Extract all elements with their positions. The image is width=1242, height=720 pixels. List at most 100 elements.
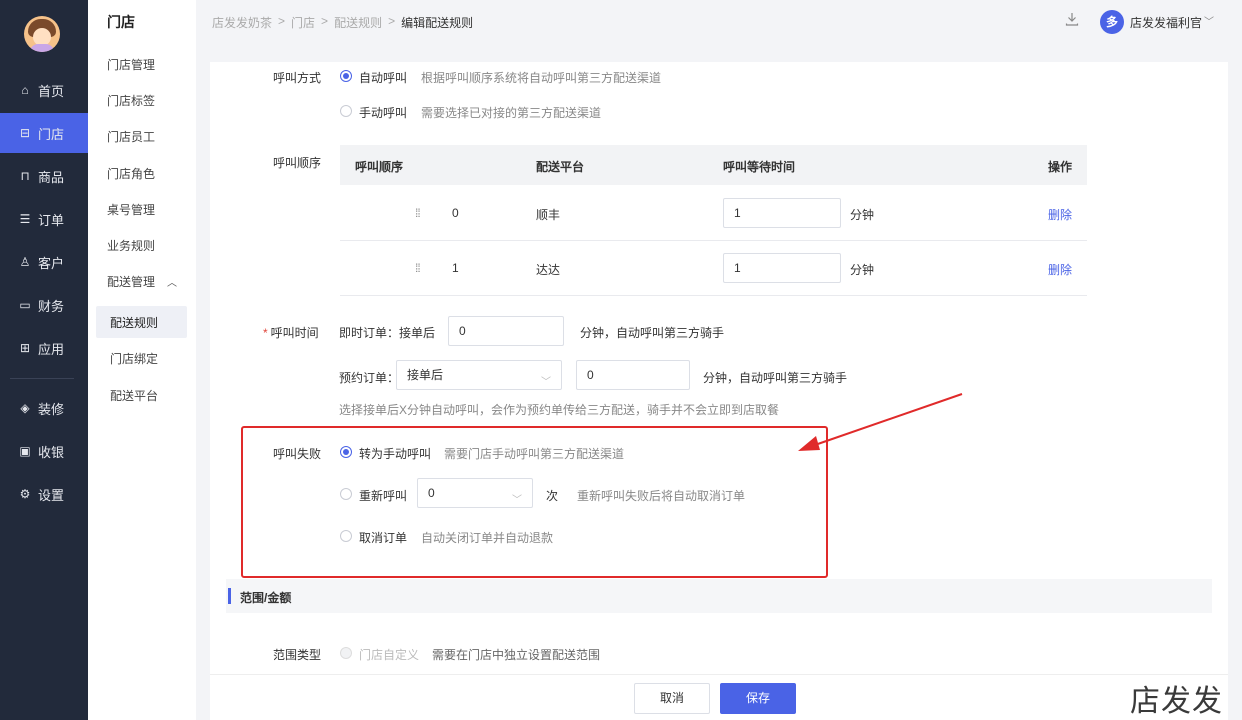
row-order: 1 (452, 261, 459, 275)
row-order: 0 (452, 206, 459, 220)
download-icon[interactable] (1062, 12, 1082, 32)
cashier-icon: ▣ (19, 444, 31, 458)
breadcrumb-separator: > (278, 14, 286, 28)
manual-call-label[interactable]: 手动呼叫 (359, 104, 407, 121)
footer-bar: 取消 保存 (210, 674, 1228, 720)
nav-item-label: 首页 (38, 83, 65, 99)
form-card: 呼叫方式 自动呼叫 根据呼叫顺序系统将自动呼叫第三方配送渠道 手动呼叫 需要选择… (210, 62, 1228, 674)
nav-item-cashier[interactable]: ▣ 收银 (0, 431, 88, 471)
save-button[interactable]: 保存 (720, 683, 796, 714)
home-icon: ⌂ (21, 83, 29, 97)
nav-item-order[interactable]: ☰ 订单 (0, 199, 88, 239)
chevron-up-icon: ︿ (167, 278, 178, 289)
menu-item-store-binding[interactable]: 门店绑定 (110, 350, 158, 367)
menu-item-store-staff[interactable]: 门店员工 (107, 128, 155, 145)
annotation-arrow-icon (798, 393, 963, 451)
row-divider (340, 295, 1087, 296)
section-marker (228, 588, 231, 604)
nav-item-layers[interactable]: ◈ 装修 (0, 388, 88, 428)
order-icon: ☰ (19, 212, 31, 226)
breadcrumb-link[interactable]: 配送规则 (334, 14, 382, 31)
radio-store-custom (340, 647, 352, 659)
nav-item-bag[interactable]: ⊓ 商品 (0, 156, 88, 196)
cancel-button[interactable]: 取消 (634, 683, 710, 714)
nav-item-label: 财务 (38, 298, 65, 314)
reserve-order-suffix: 分钟，自动呼叫第三方骑手 (703, 371, 848, 385)
wait-unit: 分钟 (850, 263, 875, 277)
nav-item-store[interactable]: ⊟ 门店 (0, 113, 88, 153)
instant-minutes-input[interactable]: 0 (448, 316, 564, 346)
radio-auto-call[interactable] (340, 70, 352, 82)
menu-item-store-roles[interactable]: 门店角色 (107, 165, 155, 182)
menu-item-delivery-platform[interactable]: 配送平台 (110, 387, 158, 404)
user-logo-icon[interactable]: 多 (1100, 10, 1124, 34)
section-range-amount: 范围/金额 (226, 579, 1212, 613)
wait-unit: 分钟 (850, 208, 875, 222)
nav-item-label: 应用 (38, 341, 65, 357)
menu-item-delivery-rules[interactable]: 配送规则 (110, 314, 158, 331)
call-time-label: * 呼叫时间 (263, 324, 319, 341)
call-time-hint: 选择接单后X分钟自动呼叫，会作为预约单传给三方配送，骑手并不会立即到店取餐 (339, 403, 780, 417)
auto-call-label[interactable]: 自动呼叫 (359, 69, 407, 86)
section-title: 范围/金额 (240, 591, 292, 605)
row-platform: 达达 (536, 263, 561, 277)
breadcrumb-link[interactable]: 门店 (291, 14, 315, 31)
nav-item-label: 订单 (38, 212, 65, 228)
select-value: 接单后 (407, 368, 444, 382)
secondary-menu: 门店 门店管理 门店标签 门店员工 门店角色 桌号管理 业务规则 配送管理 ︿ 配… (88, 0, 196, 720)
reserve-minutes-input[interactable]: 0 (576, 360, 690, 390)
required-mark: * (263, 326, 268, 340)
nav-item-wallet[interactable]: ▭ 财务 (0, 285, 88, 325)
range-type-label: 范围类型 (273, 648, 322, 662)
menu-item-delivery-manage[interactable]: 配送管理 ︿ (107, 273, 177, 290)
drag-handle-icon[interactable]: ⁞⁞ (415, 261, 421, 275)
menu-title: 门店 (107, 14, 135, 30)
store-icon: ⊟ (19, 126, 31, 140)
delete-link[interactable]: 删除 (1048, 261, 1072, 278)
layers-icon: ◈ (20, 401, 30, 415)
col-platform: 配送平台 (536, 160, 585, 174)
nav-item-user[interactable]: ♙ 客户 (0, 242, 88, 282)
chevron-down-icon[interactable]: ﹀ (1204, 13, 1214, 28)
chevron-down-icon: ﹀ (541, 377, 551, 388)
nav-item-label: 装修 (38, 401, 65, 417)
nav-item-home[interactable]: ⌂ 首页 (0, 70, 88, 110)
wait-time-input[interactable]: 1 (723, 198, 841, 228)
user-icon: ♙ (19, 255, 31, 269)
settings-icon: ⚙ (19, 487, 31, 501)
reserve-order-prefix: 预约订单： (339, 371, 400, 385)
breadcrumb-link[interactable]: 店发发奶茶 (212, 14, 272, 31)
radio-manual-call[interactable] (340, 105, 352, 117)
nav-item-label: 门店 (38, 126, 65, 142)
store-custom-label: 门店自定义 (359, 648, 420, 662)
instant-order-suffix: 分钟，自动呼叫第三方骑手 (580, 326, 725, 340)
menu-item-label: 配送管理 (107, 275, 156, 289)
auto-call-hint: 根据呼叫顺序系统将自动呼叫第三方配送渠道 (421, 71, 662, 85)
nav-item-settings[interactable]: ⚙ 设置 (0, 474, 88, 514)
bag-icon: ⊓ (20, 169, 30, 183)
sidebar-divider (10, 378, 74, 379)
nav-item-label: 设置 (38, 487, 65, 503)
reserve-timing-select[interactable]: 接单后 ﹀ (396, 360, 562, 390)
wait-time-input[interactable]: 1 (723, 253, 841, 283)
user-name[interactable]: 店发发福利官 (1130, 14, 1202, 31)
nav-item-apps[interactable]: ⊞ 应用 (0, 328, 88, 368)
instant-order-prefix: 即时订单：接单后 (339, 326, 436, 340)
annotation-box (241, 426, 828, 578)
manual-call-hint: 需要选择已对接的第三方配送渠道 (421, 106, 602, 120)
menu-item-store-manage[interactable]: 门店管理 (107, 56, 155, 73)
row-divider (340, 240, 1087, 241)
wallet-icon: ▭ (19, 298, 31, 312)
avatar[interactable] (24, 16, 60, 52)
nav-item-label: 客户 (38, 255, 65, 271)
col-action: 操作 (1048, 160, 1073, 174)
menu-item-business-rules[interactable]: 业务规则 (107, 237, 155, 254)
delete-link[interactable]: 删除 (1048, 206, 1072, 223)
table-header: 呼叫顺序 配送平台 呼叫等待时间 操作 (340, 145, 1087, 185)
menu-item-store-tags[interactable]: 门店标签 (107, 92, 155, 109)
drag-handle-icon[interactable]: ⁞⁞ (415, 206, 421, 220)
main-sidebar: ⌂ 首页 ⊟ 门店 ⊓ 商品 ☰ 订单 ♙ 客户 ▭ 财务 ⊞ 应用 ◈ 装修 ▣ 收银 ⚙ 设置 (0, 0, 88, 720)
call-time-label-text: 呼叫时间 (270, 326, 319, 340)
menu-item-table-manage[interactable]: 桌号管理 (107, 201, 155, 218)
call-mode-label: 呼叫方式 (273, 71, 322, 85)
